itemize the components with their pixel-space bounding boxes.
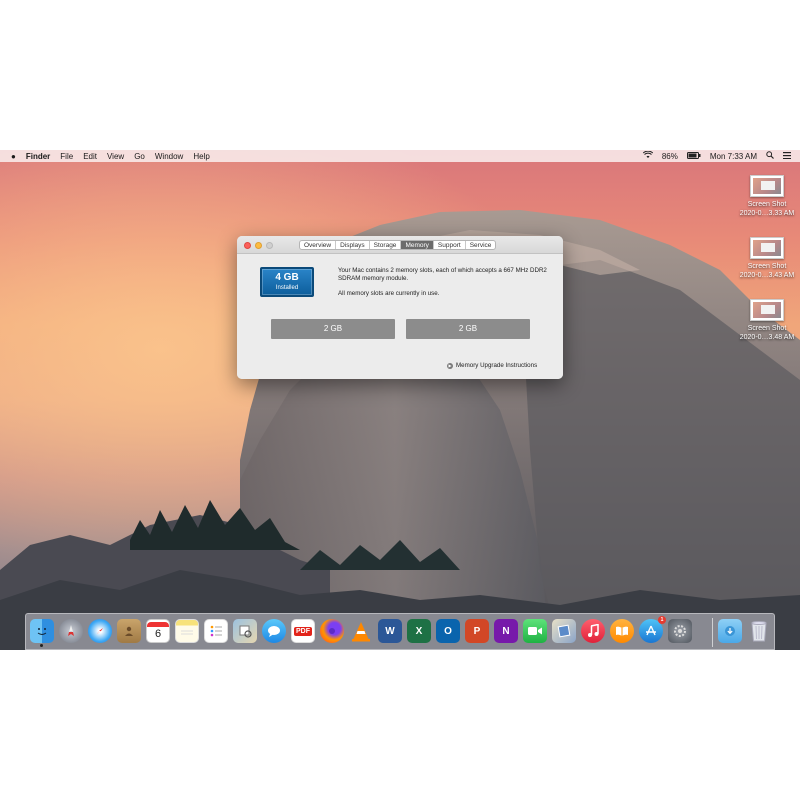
contacts-icon[interactable]	[117, 619, 141, 643]
launchpad-icon[interactable]	[59, 619, 83, 643]
outlook-icon-letter: O	[444, 625, 452, 637]
file-name-line2: 2020-0…3.43 AM	[739, 272, 795, 279]
safari-icon[interactable]	[88, 619, 112, 643]
firefox-icon[interactable]	[320, 619, 344, 643]
about-this-mac-window: Overview Displays Storage Memory Support…	[237, 236, 563, 379]
desktop-file-screenshot-1[interactable]: Screen Shot 2020-0…3.33 AM	[732, 175, 800, 218]
vlc-icon[interactable]	[349, 619, 373, 643]
running-indicator	[40, 644, 43, 647]
zoom-button	[266, 242, 273, 249]
tab-overview[interactable]: Overview	[300, 241, 337, 249]
installed-memory-badge: 4 GB Installed	[260, 267, 314, 297]
tab-storage[interactable]: Storage	[370, 241, 402, 249]
file-name-line2: 2020-0…3.33 AM	[739, 210, 795, 217]
file-name-line1: Screen Shot	[747, 325, 787, 332]
powerpoint-icon-letter: P	[473, 625, 481, 637]
dock: 6 PDF W X O P N 1	[25, 613, 775, 650]
battery-percent[interactable]: 86%	[662, 152, 678, 161]
memory-slot-2: 2 GB	[406, 319, 530, 339]
memory-description: Your Mac contains 2 memory slots, each o…	[338, 267, 547, 282]
wifi-icon[interactable]	[642, 150, 653, 161]
word-icon-letter: W	[385, 625, 395, 637]
word-icon[interactable]: W	[378, 619, 402, 643]
file-name-line2: 2020-0…3.48 AM	[739, 334, 795, 341]
file-name-line1: Screen Shot	[747, 263, 787, 270]
outlook-icon[interactable]: O	[436, 619, 460, 643]
memory-pane: 4 GB Installed Your Mac contains 2 memor…	[237, 255, 563, 379]
menu-app-name[interactable]: Finder	[26, 152, 50, 161]
downloads-folder-icon[interactable]	[718, 619, 742, 643]
excel-icon-letter: X	[415, 625, 423, 637]
messages-icon[interactable]	[262, 619, 286, 643]
desktop-file-screenshot-3[interactable]: Screen Shot 2020-0…3.48 AM	[732, 299, 800, 342]
facetime-icon[interactable]	[523, 619, 547, 643]
menu-edit[interactable]: Edit	[83, 152, 97, 161]
minimize-button[interactable]	[255, 242, 262, 249]
music-icon[interactable]	[581, 619, 605, 643]
notes-icon[interactable]	[175, 619, 199, 643]
excel-icon[interactable]: X	[407, 619, 431, 643]
finder-icon[interactable]	[30, 619, 54, 647]
preview-icon[interactable]	[233, 619, 257, 643]
installed-memory-size: 4 GB	[275, 272, 299, 283]
menu-window[interactable]: Window	[155, 152, 183, 161]
battery-icon[interactable]	[686, 151, 701, 161]
arrow-right-circle-icon: ▶	[447, 362, 453, 369]
system-preferences-icon[interactable]	[668, 619, 692, 643]
file-name-line1: Screen Shot	[747, 201, 787, 208]
onenote-icon-letter: N	[502, 625, 510, 637]
powerpoint-icon[interactable]: P	[465, 619, 489, 643]
file-thumbnail-icon	[750, 299, 784, 321]
window-titlebar[interactable]: Overview Displays Storage Memory Support…	[237, 236, 563, 254]
reminders-icon[interactable]	[204, 619, 228, 643]
file-thumbnail-icon	[750, 175, 784, 197]
tab-displays[interactable]: Displays	[336, 241, 370, 249]
apple-icon[interactable]: ●	[11, 152, 16, 161]
app-store-icon[interactable]: 1	[639, 616, 666, 643]
app-store-badge: 1	[658, 616, 666, 624]
tab-memory[interactable]: Memory	[401, 241, 434, 249]
menu-file[interactable]: File	[60, 152, 73, 161]
menu-help[interactable]: Help	[193, 152, 209, 161]
desktop: ● Finder File Edit View Go Window Help 8…	[0, 150, 800, 650]
desktop-file-screenshot-2[interactable]: Screen Shot 2020-0…3.43 AM	[732, 237, 800, 280]
memory-upgrade-link[interactable]: ▶ Memory Upgrade Instructions	[447, 362, 537, 369]
pdf-app-icon[interactable]: PDF	[291, 619, 315, 643]
tab-service[interactable]: Service	[466, 241, 496, 249]
onenote-icon[interactable]: N	[494, 619, 518, 643]
books-icon[interactable]	[610, 619, 634, 643]
notification-center-icon[interactable]	[783, 151, 791, 161]
calendar-icon[interactable]: 6	[146, 619, 170, 643]
file-thumbnail-icon	[750, 237, 784, 259]
image-capture-icon[interactable]	[552, 619, 576, 643]
close-button[interactable]	[244, 242, 251, 249]
installed-memory-label: Installed	[275, 285, 299, 291]
tab-bar: Overview Displays Storage Memory Support…	[299, 240, 497, 250]
calendar-day: 6	[154, 627, 162, 640]
memory-usage-note: All memory slots are currently in use.	[338, 290, 440, 297]
memory-upgrade-label: Memory Upgrade Instructions	[456, 362, 538, 369]
pdf-app-label: PDF	[294, 626, 312, 636]
dock-separator	[712, 618, 713, 647]
spotlight-icon[interactable]	[766, 151, 774, 161]
menu-view[interactable]: View	[107, 152, 124, 161]
menu-clock[interactable]: Mon 7:33 AM	[710, 152, 757, 161]
trash-icon[interactable]	[747, 619, 771, 643]
menu-bar: ● Finder File Edit View Go Window Help 8…	[0, 150, 800, 162]
wallpaper-mountain	[0, 150, 800, 650]
menu-go[interactable]: Go	[134, 152, 145, 161]
memory-slot-1: 2 GB	[271, 319, 395, 339]
tab-support[interactable]: Support	[434, 241, 466, 249]
